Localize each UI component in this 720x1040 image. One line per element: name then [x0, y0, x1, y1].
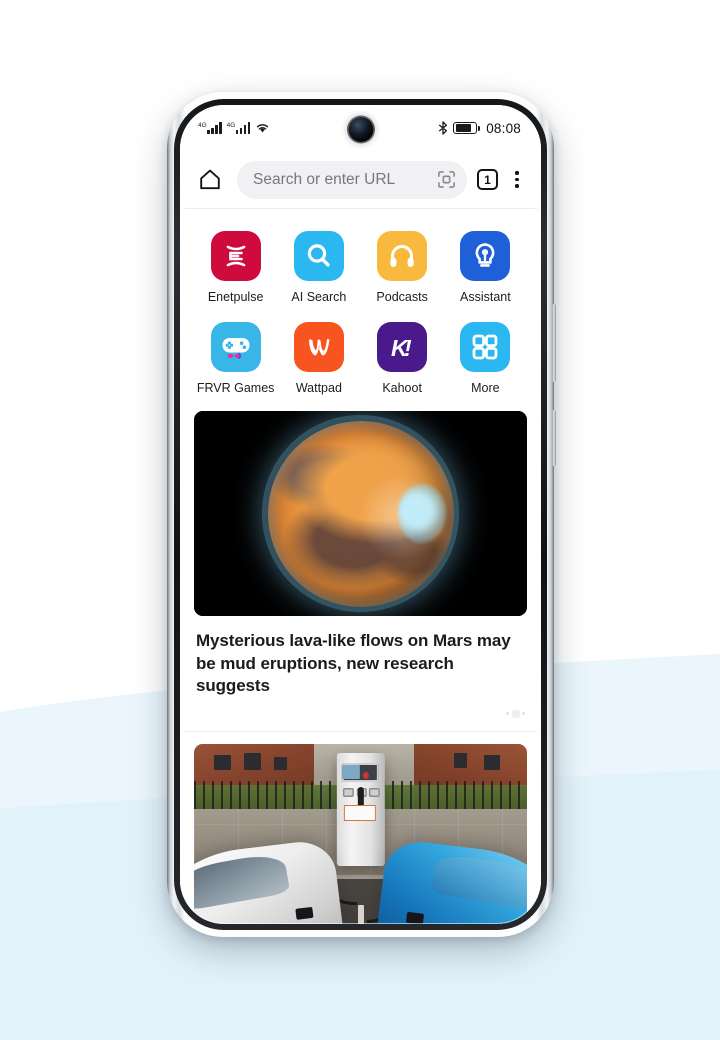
battery-icon: [453, 122, 480, 134]
shortcut-label: More: [471, 381, 500, 395]
shortcut-frvr-games[interactable]: FRVR Games: [194, 314, 277, 401]
svg-text:!: !: [404, 335, 412, 361]
search-placeholder: Search or enter URL: [253, 170, 396, 188]
article-options-icon[interactable]: [506, 709, 525, 718]
enetpulse-icon: [210, 231, 261, 281]
volume-rocker[interactable]: [552, 304, 556, 382]
shortcut-label: Enetpulse: [207, 290, 264, 304]
podcasts-icon: [377, 231, 428, 281]
home-icon: [200, 169, 220, 190]
tab-count-label: 1: [484, 172, 491, 187]
signal-icon-sim2: 4G: [227, 122, 251, 134]
status-time: 08:08: [486, 120, 521, 136]
front-camera-icon: [348, 117, 373, 142]
shortcut-podcasts[interactable]: Podcasts: [361, 223, 444, 310]
kebab-menu-icon[interactable]: [508, 169, 526, 191]
shortcut-label: FRVR Games: [196, 381, 275, 395]
shortcut-enetpulse[interactable]: Enetpulse: [194, 223, 277, 310]
frvr-games-icon: [210, 322, 261, 372]
home-button[interactable]: [193, 163, 227, 197]
shortcut-wattpad[interactable]: Wattpad: [277, 314, 360, 401]
shortcut-grid: Enetpulse AI Search Podcasts Assistant F…: [180, 209, 541, 411]
more-grid-icon: [460, 322, 511, 372]
shortcut-more[interactable]: More: [444, 314, 527, 401]
phone-screen: 4G 4G 08:08 Search or enter URL 1 Enetpu…: [180, 105, 541, 924]
browser-toolbar: Search or enter URL 1: [180, 151, 541, 209]
browser-content: Enetpulse AI Search Podcasts Assistant F…: [180, 209, 541, 924]
signal-icon-sim1: 4G: [198, 122, 222, 134]
ai-search-icon: [293, 231, 344, 281]
phone-device: 4G 4G 08:08 Search or enter URL 1 Enetpu…: [167, 92, 556, 937]
wattpad-icon: [293, 322, 344, 372]
shortcut-label: Wattpad: [295, 381, 342, 395]
signal-2-label: 4G: [226, 122, 236, 129]
assistant-icon: [460, 231, 511, 281]
shortcut-label: AI Search: [291, 290, 347, 304]
kahoot-icon: K !: [377, 322, 428, 372]
power-button[interactable]: [552, 410, 556, 466]
news-card-mars[interactable]: Mysterious lava-like flows on Mars may b…: [180, 411, 541, 731]
shortcut-label: Assistant: [460, 290, 511, 304]
shortcut-label: Podcasts: [376, 290, 428, 304]
news-headline: Mysterious lava-like flows on Mars may b…: [196, 631, 511, 696]
shortcut-assistant[interactable]: Assistant: [444, 223, 527, 310]
shortcut-label: Kahoot: [382, 381, 422, 395]
wifi-icon: [257, 124, 269, 133]
news-card-ev-charging[interactable]: [180, 743, 541, 924]
tab-counter-button[interactable]: 1: [477, 169, 498, 190]
shortcut-ai-search[interactable]: AI Search: [277, 223, 360, 310]
card-divider: [180, 730, 541, 732]
search-input[interactable]: Search or enter URL: [237, 160, 467, 199]
mars-planet-photo: [194, 411, 527, 616]
signal-1-label: 4G: [198, 122, 207, 129]
shortcut-kahoot[interactable]: K ! Kahoot: [361, 314, 444, 401]
ev-charging-station-photo: [194, 743, 527, 924]
bluetooth-icon: [439, 121, 448, 135]
qr-scan-icon[interactable]: [437, 170, 456, 189]
